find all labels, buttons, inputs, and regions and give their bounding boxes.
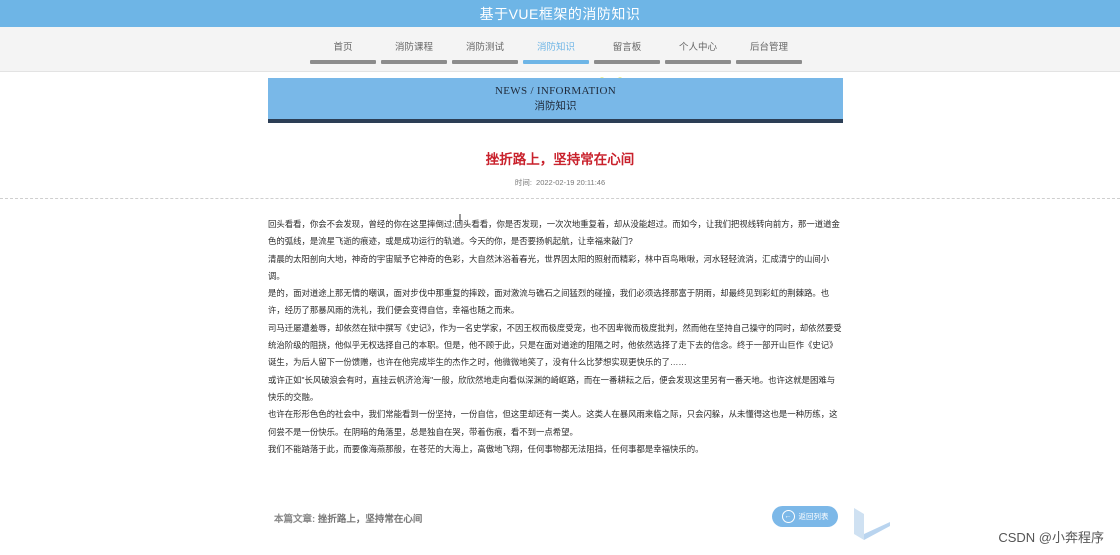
- article-paragraph: 清晨的太阳剖向大地，神奇的宇宙赋予它神奇的色彩，大自然沐浴着春光，世界因太阳的照…: [268, 253, 830, 281]
- footer-label: 本篇文章:: [274, 514, 316, 525]
- banner-cn-title: 消防知识: [534, 101, 577, 112]
- nav-item[interactable]: 消防课程: [381, 39, 447, 64]
- decorative-logo-icon: [854, 508, 890, 540]
- footer-article-info: 本篇文章: 挫折路上，坚持常在心间: [274, 511, 422, 525]
- nav-item[interactable]: 首页: [310, 39, 376, 64]
- nav-item-underline: [665, 60, 731, 64]
- article-paragraph: 也许在形形色色的社会中，我们常能看到一份坚持，一份自信，但这里却还有一类人。这类…: [268, 409, 838, 437]
- banner-en-title: NEWS / INFORMATION: [495, 85, 616, 97]
- nav-item[interactable]: 留言板: [594, 39, 660, 64]
- time-label: 时间:: [514, 178, 532, 187]
- article-title: 挫折路上，坚持常在心间: [485, 152, 635, 167]
- nav-item-label: 首页: [333, 42, 353, 53]
- nav-item-underline: [310, 60, 376, 64]
- nav-item-underline: [594, 60, 660, 64]
- article-paragraph: 回头看看，你会不会发现，曾经的你在这里摔倒过;回头看看，你是否发现，一次次地重复…: [268, 219, 840, 247]
- nav-item[interactable]: 消防测试: [452, 39, 518, 64]
- back-button-label: 返回列表: [798, 512, 829, 521]
- nav-item-label: 消防课程: [394, 42, 433, 53]
- article-paragraph: 或许正如"长风破浪会有时，直挂云帆济沧海"一般，欣欣然地走向看似深渊的崎岖路，而…: [268, 374, 836, 402]
- nav-item[interactable]: 后台管理: [736, 39, 802, 64]
- nav-item-underline: [381, 60, 447, 64]
- nav-item-underline: [736, 60, 802, 64]
- article-time: 时间: 2022-02-19 20:11:46: [0, 177, 1120, 188]
- nav-item-label: 个人中心: [678, 42, 717, 53]
- article-content: 回头看看，你会不会发现，曾经的你在这里摔倒过;回头看看，你是否发现，一次次地重复…: [268, 216, 843, 458]
- nav-items: 首页 消防课程 消防测试 消防知识 留言板 个人中心 后台管理: [310, 39, 807, 64]
- nav-item[interactable]: 消防知识: [523, 39, 589, 64]
- footer-article-title: 挫折路上，坚持常在心间: [317, 514, 423, 525]
- watermark: CSDN @小奔程序: [998, 530, 1104, 545]
- main-nav: 首页 消防课程 消防测试 消防知识 留言板 个人中心 后台管理: [0, 27, 1120, 72]
- divider: [0, 198, 1120, 199]
- article-paragraph: 是的，面对道途上那无情的嘲讽，面对步伐中那重复的摔跤，面对激流与礁石之间猛烈的碰…: [268, 288, 830, 316]
- app-title-bar: 基于VUE框架的消防知识: [0, 0, 1120, 27]
- article-paragraph: 我们不能踏落于此，而要像海燕那般，在苍茫的大海上，高傲地飞翔，任何事物都无法阻挡…: [268, 443, 704, 454]
- nav-item-label: 留言板: [612, 42, 642, 53]
- app-title: 基于VUE框架的消防知识: [479, 5, 641, 22]
- time-value: 2022-02-19 20:11:46: [536, 178, 606, 187]
- article-paragraph: 司马迁屡遭羞辱，却依然在狱中撰写《史记》，作为一名史学家，不因王权而极度受宠，也…: [268, 322, 842, 368]
- nav-item-underline: [523, 60, 589, 64]
- back-to-list-button[interactable]: ← 返回列表: [772, 506, 838, 527]
- nav-item-label: 消防测试: [465, 42, 504, 53]
- nav-item[interactable]: 个人中心: [665, 39, 731, 64]
- nav-item-underline: [452, 60, 518, 64]
- nav-item-label: 消防知识: [536, 42, 575, 53]
- arrow-left-icon: ←: [781, 510, 795, 523]
- nav-item-label: 后台管理: [749, 42, 788, 53]
- section-banner: NEWS / INFORMATION 消防知识: [268, 78, 843, 123]
